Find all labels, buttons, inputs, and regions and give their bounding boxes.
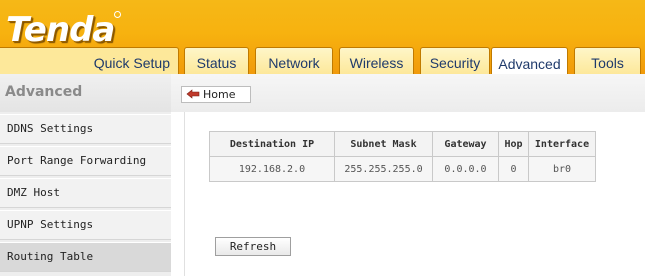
table-header-row: Destination IP Subnet Mask Gateway Hop I… bbox=[209, 131, 596, 157]
home-button[interactable]: Home bbox=[181, 86, 251, 103]
table-cell: 0.0.0.0 bbox=[432, 156, 499, 182]
routing-table: Destination IP Subnet Mask Gateway Hop I… bbox=[209, 131, 596, 182]
home-pointer-icon bbox=[186, 89, 200, 100]
table-cell: br0 bbox=[528, 156, 596, 182]
column-header: Interface bbox=[528, 131, 596, 157]
tab-security[interactable]: Security bbox=[420, 47, 490, 74]
routing-table-panel: Destination IP Subnet Mask Gateway Hop I… bbox=[184, 112, 643, 276]
tab-advanced[interactable]: Advanced bbox=[491, 47, 568, 75]
main-content: Home Destination IP Subnet Mask Gateway … bbox=[171, 74, 645, 276]
trademark-icon bbox=[114, 11, 121, 18]
table-row: 192.168.2.0 255.255.255.0 0.0.0.0 0 br0 bbox=[209, 156, 596, 182]
tab-quick-setup[interactable]: Quick Setup bbox=[0, 47, 179, 74]
column-header: Destination IP bbox=[209, 131, 335, 157]
sidebar-item-routing-table[interactable]: Routing Table bbox=[0, 242, 171, 272]
table-cell: 255.255.255.0 bbox=[334, 156, 433, 182]
sidebar: Advanced DDNS Settings Port Range Forwar… bbox=[0, 74, 171, 276]
sidebar-item-dmz-host[interactable]: DMZ Host bbox=[0, 178, 171, 208]
column-header: Subnet Mask bbox=[334, 131, 433, 157]
sidebar-item-upnp-settings[interactable]: UPNP Settings bbox=[0, 210, 171, 240]
column-header: Hop bbox=[498, 131, 529, 157]
tab-wireless[interactable]: Wireless bbox=[339, 47, 414, 74]
sidebar-title: Advanced bbox=[0, 74, 171, 112]
sidebar-item-ddns-settings[interactable]: DDNS Settings bbox=[0, 114, 171, 144]
column-header: Gateway bbox=[432, 131, 499, 157]
refresh-button[interactable]: Refresh bbox=[215, 237, 291, 256]
header-bar: Tenda Quick Setup Status Network Wireles… bbox=[0, 0, 645, 75]
tenda-logo: Tenda bbox=[6, 10, 115, 50]
tab-network[interactable]: Network bbox=[255, 47, 333, 74]
tab-tools[interactable]: Tools bbox=[574, 47, 641, 74]
main-tabs: Quick Setup Status Network Wireless Secu… bbox=[0, 47, 645, 75]
sidebar-item-port-range-forwarding[interactable]: Port Range Forwarding bbox=[0, 146, 171, 176]
tab-status[interactable]: Status bbox=[184, 47, 249, 74]
table-cell: 192.168.2.0 bbox=[209, 156, 335, 182]
breadcrumb: Home bbox=[171, 74, 645, 112]
home-label: Home bbox=[203, 88, 236, 101]
table-cell: 0 bbox=[498, 156, 529, 182]
